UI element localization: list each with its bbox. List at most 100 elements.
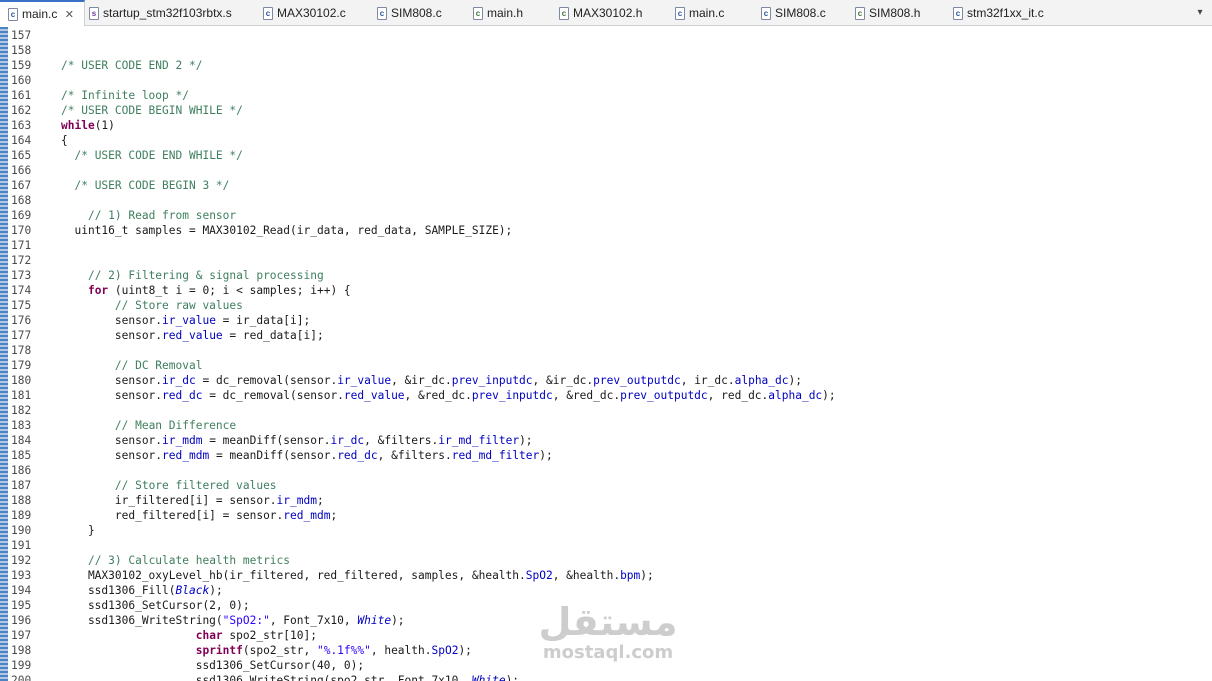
code-text: // Store raw values <box>61 298 243 313</box>
code-text: ir_filtered[i] = sensor.ir_mdm; <box>61 493 324 508</box>
code-token: } <box>61 524 95 537</box>
line-number: 165 <box>11 149 32 162</box>
c-file-icon: c <box>675 6 685 20</box>
line-number: 181 <box>11 389 32 402</box>
tab-startup-stm32f103rbtx-s[interactable]: s startup_stm32f103rbtx.s <box>85 0 259 26</box>
code-token: sensor. <box>61 329 163 342</box>
code-token: ssd1306_Fill( <box>61 584 176 597</box>
line-number: 168 <box>11 194 32 207</box>
code-text: } <box>61 523 95 538</box>
code-line: 168 <box>0 193 1212 208</box>
code-text: sensor.red_mdm = meanDiff(sensor.red_dc,… <box>61 448 553 463</box>
code-token: ); <box>788 374 802 387</box>
tab-sim808-c[interactable]: c SIM808.c <box>373 0 469 26</box>
tab-label: main.c <box>689 6 725 20</box>
code-token: ir_dc <box>162 374 196 387</box>
tab-sim808-c[interactable]: c SIM808.c <box>757 0 851 26</box>
code-text: // Mean Difference <box>61 418 236 433</box>
code-line: 180 sensor.ir_dc = dc_removal(sensor.ir_… <box>0 373 1212 388</box>
code-line: 161 /* Infinite loop */ <box>0 88 1212 103</box>
code-line: 192 // 3) Calculate health metrics <box>0 553 1212 568</box>
line-number: 176 <box>11 314 32 327</box>
tab-label: SIM808.c <box>391 6 442 20</box>
code-token: alpha_dc <box>768 389 823 402</box>
code-token: White <box>357 614 392 627</box>
code-token: (spo2_str, <box>242 644 317 657</box>
code-token: red_filtered[i] = sensor. <box>61 509 284 522</box>
code-token: red_value <box>162 329 223 342</box>
code-editor[interactable]: 157 158 159 /* USER CODE END 2 */ 160 161 /* I… <box>0 27 1212 681</box>
code-token: ir_mdm <box>276 494 317 507</box>
line-number: 183 <box>11 419 32 432</box>
line-number: 195 <box>11 599 32 612</box>
code-line: 159 /* USER CODE END 2 */ <box>0 58 1212 73</box>
code-line: 189 red_filtered[i] = sensor.red_mdm; <box>0 508 1212 523</box>
code-line: 184 sensor.ir_mdm = meanDiff(sensor.ir_d… <box>0 433 1212 448</box>
code-text: /* USER CODE BEGIN 3 */ <box>61 178 229 193</box>
code-text: ssd1306_WriteString("SpO2:", Font_7x10, … <box>61 613 405 628</box>
code-token: prev_inputdc <box>471 389 553 402</box>
code-token: ir_value <box>337 374 392 387</box>
h-file-icon: c <box>473 6 483 20</box>
line-number: 191 <box>11 539 32 552</box>
code-line: 162 /* USER CODE BEGIN WHILE */ <box>0 103 1212 118</box>
code-token: "%.1f%%" <box>316 644 371 657</box>
code-line: 174 for (uint8_t i = 0; i < samples; i++… <box>0 283 1212 298</box>
line-number: 157 <box>11 29 32 42</box>
code-token: sensor. <box>61 374 163 387</box>
tab-sim808-h[interactable]: c SIM808.h <box>851 0 949 26</box>
line-number: 189 <box>11 509 32 522</box>
code-token: SpO2 <box>431 644 459 657</box>
code-text: ssd1306_SetCursor(2, 0); <box>61 598 250 613</box>
code-token: red_md_filter <box>451 449 540 462</box>
code-line: 183 // Mean Difference <box>0 418 1212 433</box>
code-line: 181 sensor.red_dc = dc_removal(sensor.re… <box>0 388 1212 403</box>
code-token: ); <box>539 449 553 462</box>
line-number: 200 <box>11 674 32 681</box>
code-line: 158 <box>0 43 1212 58</box>
close-icon[interactable]: ✕ <box>63 8 75 21</box>
line-number: 158 <box>11 44 32 57</box>
chevron-down-icon[interactable]: ▾ <box>1194 6 1206 20</box>
line-number: 184 <box>11 434 32 447</box>
code-text: { <box>61 133 68 148</box>
tab-label: SIM808.c <box>775 6 826 20</box>
code-text: ssd1306_SetCursor(40, 0); <box>61 658 364 673</box>
code-text: // Store filtered values <box>61 478 277 493</box>
line-number: 172 <box>11 254 32 267</box>
code-token: ; <box>316 494 324 507</box>
code-token: , &health. <box>552 569 621 582</box>
code-token: /* USER CODE BEGIN WHILE */ <box>61 104 243 117</box>
code-token: // DC Removal <box>114 359 203 372</box>
asm-file-icon: s <box>89 6 99 20</box>
watermark-arabic: مستقل <box>538 600 678 644</box>
tab-max30102-h[interactable]: c MAX30102.h <box>555 0 671 26</box>
tab-max30102-c[interactable]: c MAX30102.c <box>259 0 373 26</box>
code-token: , Font_7x10, <box>269 614 358 627</box>
tab-stm32f1xx-it-c[interactable]: c stm32f1xx_it.c <box>949 0 1054 26</box>
code-token: "SpO2:" <box>222 614 270 627</box>
line-number: 169 <box>11 209 32 222</box>
code-token: char <box>195 629 223 642</box>
code-text: // 1) Read from sensor <box>61 208 236 223</box>
code-token: sensor. <box>61 449 163 462</box>
line-number: 161 <box>11 89 32 102</box>
tab-main-c[interactable]: c main.c ✕ <box>0 0 85 26</box>
tab-main-h[interactable]: c main.h <box>469 0 555 26</box>
h-file-icon: c <box>559 6 569 20</box>
line-number: 167 <box>11 179 32 192</box>
code-text: char spo2_str[10]; <box>61 628 317 643</box>
code-line: 191 <box>0 538 1212 553</box>
tab-label: main.c <box>22 7 58 21</box>
tab-main-c[interactable]: c main.c <box>671 0 757 26</box>
code-line: 179 // DC Removal <box>0 358 1212 373</box>
code-line: 170 uint16_t samples = MAX30102_Read(ir_… <box>0 223 1212 238</box>
code-token: spo2_str[10]; <box>222 629 317 642</box>
